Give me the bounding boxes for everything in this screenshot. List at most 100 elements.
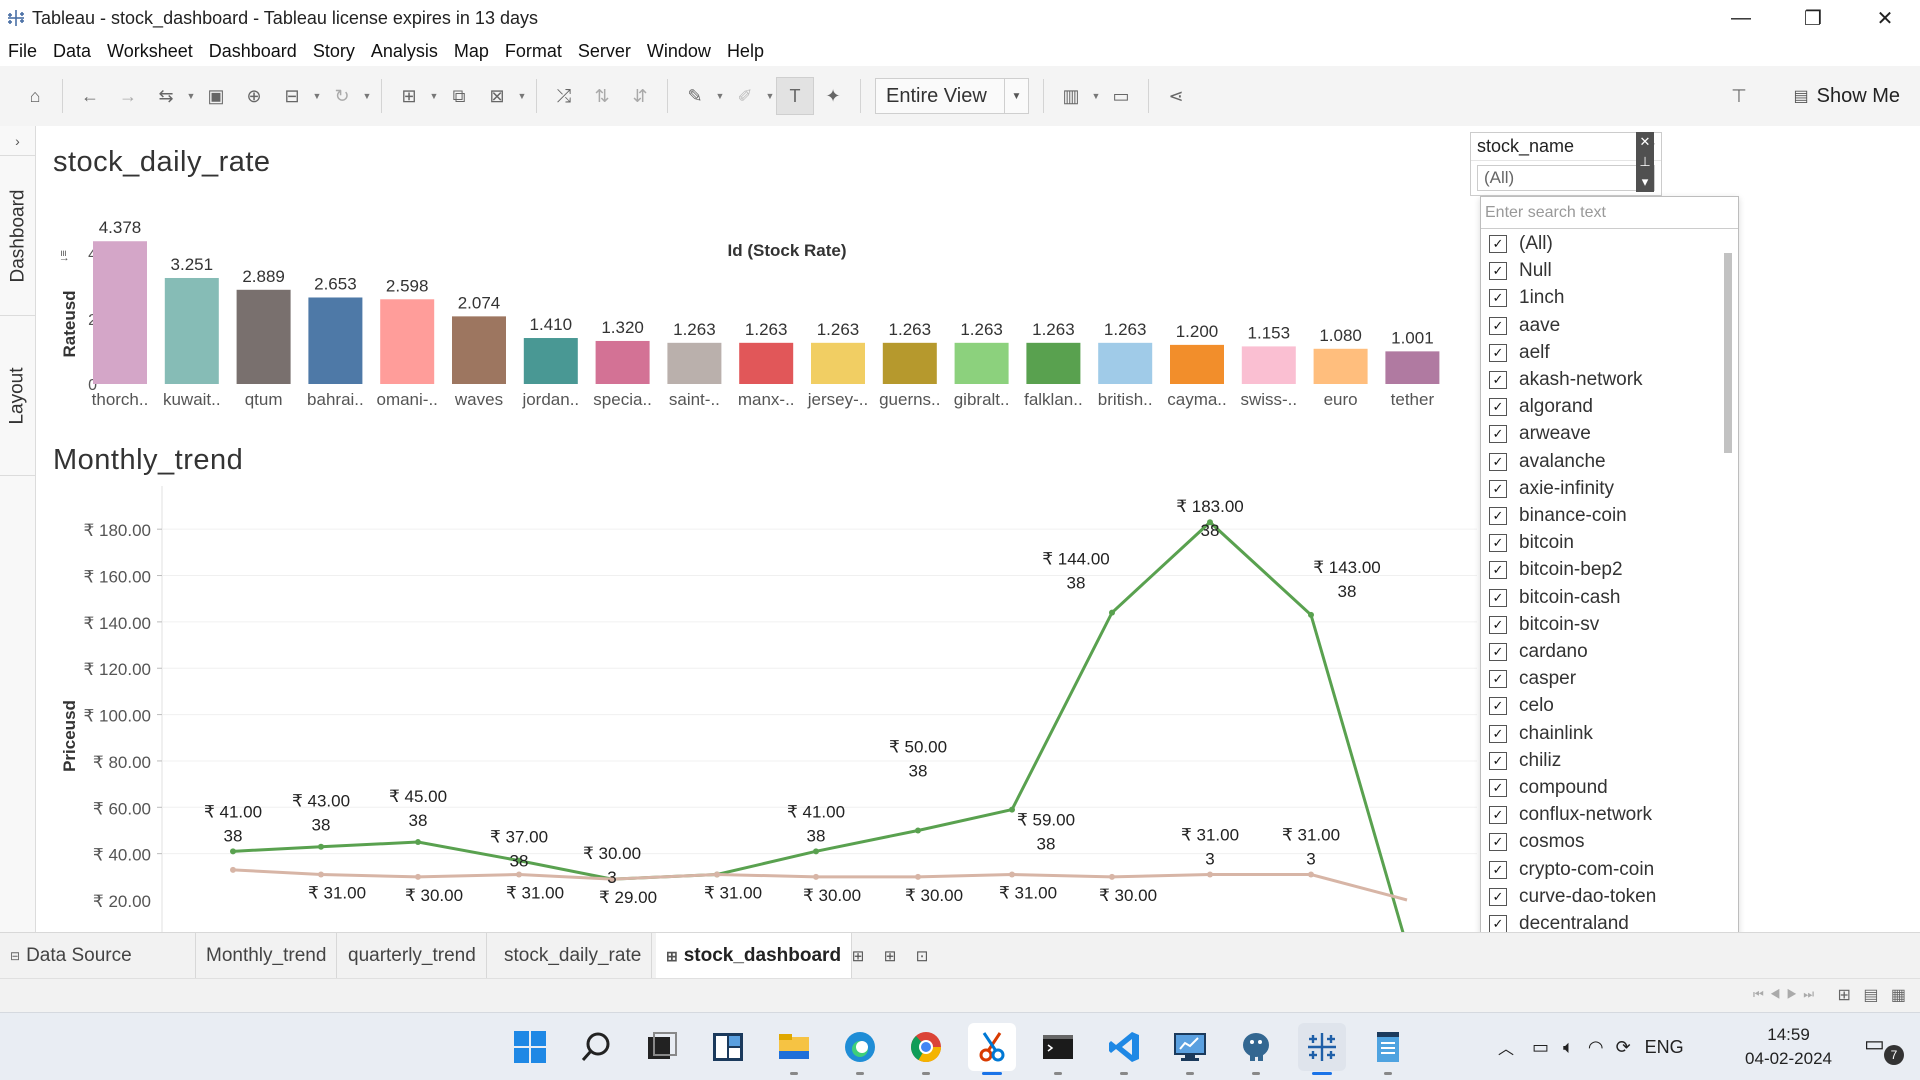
filter-option[interactable]: ✓ Null — [1489, 258, 1552, 284]
tab-stock-dashboard[interactable]: ⊞ stock_dashboard — [656, 933, 853, 979]
clear-sheet-icon[interactable]: ⊠ — [478, 77, 516, 115]
swap-icon[interactable]: ⇆ — [147, 77, 185, 115]
line-point[interactable] — [813, 873, 819, 880]
menu-data[interactable]: Data — [53, 41, 91, 62]
menu-analysis[interactable]: Analysis — [371, 41, 438, 62]
filter-option[interactable]: ✓ curve-dao-token — [1489, 884, 1656, 910]
chevron-down-icon[interactable]: ▼ — [311, 91, 323, 101]
group-icon[interactable]: ✐ — [726, 77, 764, 115]
filter-search-input[interactable]: Enter search text — [1481, 197, 1738, 229]
checkbox-checked-icon[interactable]: ✓ — [1489, 425, 1507, 444]
checkbox-checked-icon[interactable]: ✓ — [1489, 833, 1507, 852]
filter-option[interactable]: ✓ arweave — [1489, 421, 1591, 447]
series-line-green[interactable] — [232, 520, 1407, 932]
bar[interactable] — [667, 342, 722, 384]
task-view-icon[interactable] — [638, 1023, 686, 1071]
bar[interactable] — [882, 342, 937, 384]
checkbox-checked-icon[interactable]: ✓ — [1489, 724, 1507, 743]
line-point[interactable] — [415, 839, 421, 846]
checkbox-checked-icon[interactable]: ✓ — [1489, 860, 1507, 879]
duplicate-icon[interactable]: ⧉ — [440, 77, 478, 115]
line-point[interactable] — [1009, 806, 1015, 813]
refresh-icon[interactable]: ↻ — [323, 77, 361, 115]
terminal-icon[interactable] — [1034, 1023, 1082, 1075]
undo-icon[interactable]: ← — [71, 77, 109, 115]
checkbox-checked-icon[interactable]: ✓ — [1489, 398, 1507, 417]
edge-browser-icon[interactable] — [836, 1023, 884, 1075]
chevron-down-icon[interactable]: ▼ — [185, 91, 197, 101]
chevron-down-icon[interactable]: ▼ — [361, 91, 373, 101]
filter-option[interactable]: ✓ bitcoin-sv — [1489, 612, 1599, 638]
filter-option[interactable]: ✓ aave — [1489, 313, 1560, 339]
checkbox-checked-icon[interactable]: ✓ — [1489, 806, 1507, 825]
checkbox-checked-icon[interactable]: ✓ — [1489, 262, 1507, 281]
volume-icon[interactable]: 🔈︎ — [1563, 1037, 1574, 1058]
filter-option[interactable]: ✓ casper — [1489, 666, 1576, 692]
tableau-taskbar-icon[interactable] — [1298, 1023, 1346, 1075]
search-icon[interactable] — [572, 1023, 620, 1071]
filter-option[interactable]: ✓ algorand — [1489, 394, 1593, 420]
new-worksheet-icon[interactable]: ⊞ — [390, 77, 428, 115]
pin-filter-icon[interactable]: ⊥ — [1636, 152, 1654, 172]
home-icon[interactable]: ⌂ — [16, 77, 54, 115]
menu-story[interactable]: Story — [313, 41, 355, 62]
dropdown-scrollbar[interactable] — [1722, 253, 1734, 1003]
checkbox-checked-icon[interactable]: ✓ — [1489, 751, 1507, 770]
filter-option[interactable]: ✓ akash-network — [1489, 367, 1643, 393]
tab-dashboard[interactable]: Dashboard — [0, 156, 36, 316]
filter-option[interactable]: ✓ conflux-network — [1489, 802, 1652, 828]
language-indicator[interactable]: ENG — [1645, 1037, 1684, 1058]
tab-layout[interactable]: Layout — [0, 316, 36, 476]
menu-dashboard[interactable]: Dashboard — [209, 41, 297, 62]
menu-file[interactable]: File — [8, 41, 37, 62]
bar[interactable] — [811, 342, 865, 384]
menu-worksheet[interactable]: Worksheet — [107, 41, 193, 62]
filter-option[interactable]: ✓ binance-coin — [1489, 503, 1627, 529]
bar[interactable] — [1385, 351, 1440, 384]
line-point[interactable] — [915, 827, 921, 834]
filter-option[interactable]: ✓ crypto-com-coin — [1489, 857, 1654, 883]
minimize-button[interactable]: — — [1706, 0, 1776, 36]
filter-option[interactable]: ✓ (All) — [1489, 231, 1553, 257]
sort-ascending-icon[interactable]: ⇅ — [583, 77, 621, 115]
bar[interactable] — [93, 241, 147, 384]
line-point[interactable] — [318, 871, 324, 878]
bar[interactable] — [1098, 342, 1153, 384]
wifi-icon[interactable]: ◠ — [1588, 1037, 1604, 1058]
pause-updates-icon[interactable]: ⊟ — [273, 77, 311, 115]
save-icon[interactable]: ▣ — [197, 77, 235, 115]
line-point[interactable] — [915, 873, 921, 880]
tab-quarterly-trend[interactable]: quarterly_trend — [338, 933, 487, 979]
new-worksheet-icon[interactable]: ⊞ — [842, 933, 874, 979]
filter-option[interactable]: ✓ compound — [1489, 775, 1608, 801]
notepad-icon[interactable] — [1364, 1023, 1412, 1075]
chevron-down-icon[interactable]: ▼ — [1090, 91, 1102, 101]
checkbox-checked-icon[interactable]: ✓ — [1489, 371, 1507, 389]
checkbox-checked-icon[interactable]: ✓ — [1489, 316, 1507, 335]
filter-option[interactable]: ✓ avalanche — [1489, 449, 1606, 475]
show-labels-icon[interactable]: T — [776, 77, 814, 115]
filter-option[interactable]: ✓ chiliz — [1489, 748, 1561, 774]
checkbox-checked-icon[interactable]: ✓ — [1489, 235, 1507, 253]
bar[interactable] — [1026, 342, 1081, 384]
line-point[interactable] — [230, 848, 236, 855]
menu-server[interactable]: Server — [578, 41, 631, 62]
sort-icon[interactable]: ↓≡ — [58, 250, 70, 262]
filter-dropdown[interactable]: (All) ▼ — [1477, 165, 1655, 191]
new-data-source-icon[interactable]: ⊕ — [235, 77, 273, 115]
checkbox-checked-icon[interactable]: ✓ — [1489, 507, 1507, 525]
restore-button[interactable]: ❐ — [1778, 0, 1848, 36]
remove-filter-icon[interactable]: ✕ — [1636, 132, 1654, 152]
menu-format[interactable]: Format — [505, 41, 562, 62]
bar[interactable] — [380, 299, 435, 384]
filter-option[interactable]: ✓ chainlink — [1489, 721, 1593, 747]
windows-start-icon[interactable] — [506, 1023, 554, 1071]
new-story-icon[interactable]: ⊡ — [906, 933, 938, 979]
filter-option[interactable]: ✓ aelf — [1489, 340, 1550, 366]
sort-descending-icon[interactable]: ⇵ — [621, 77, 659, 115]
battery-icon[interactable]: ▭ — [1532, 1037, 1549, 1058]
chevron-up-icon[interactable]: ︿ — [1498, 1035, 1514, 1059]
bar[interactable] — [164, 277, 219, 384]
scrollbar-thumb[interactable] — [1724, 253, 1732, 453]
checkbox-checked-icon[interactable]: ✓ — [1489, 915, 1507, 933]
